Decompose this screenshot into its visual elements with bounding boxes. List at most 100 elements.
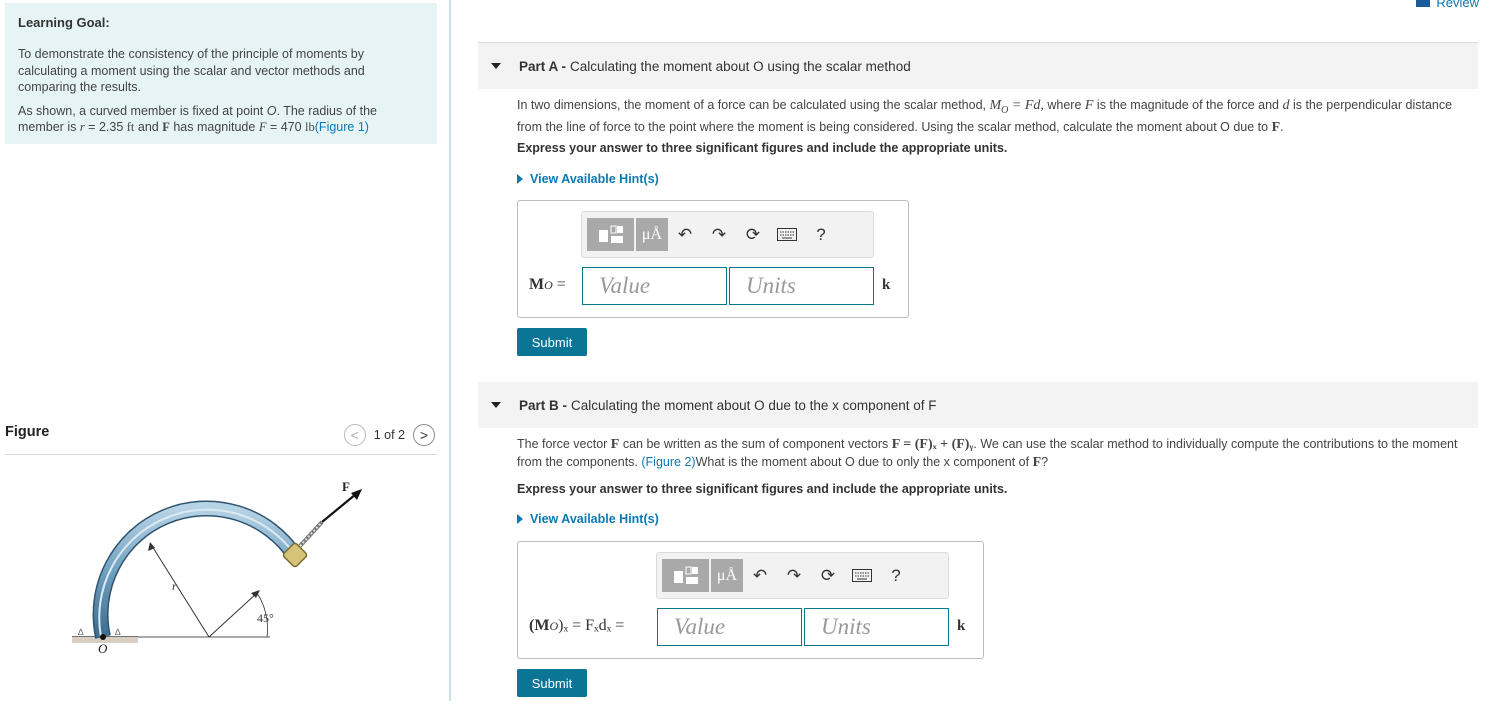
part-a-title: Calculating the moment about O using the… bbox=[570, 58, 911, 74]
chevron-left-icon: < bbox=[350, 427, 359, 443]
part-b-header[interactable]: Part B - Calculating the moment about O … bbox=[478, 382, 1478, 428]
chevron-right-icon: > bbox=[419, 427, 429, 443]
part-a-label: Part A - bbox=[519, 58, 567, 74]
text: has magnitude bbox=[169, 120, 259, 134]
learning-goal-box: Learning Goal: To demonstrate the consis… bbox=[5, 3, 437, 144]
text: can be written as the sum of component v… bbox=[619, 437, 892, 451]
figure-pager: < 1 of 2 > bbox=[343, 424, 435, 446]
learning-goal-para2: As shown, a curved member is fixed at po… bbox=[18, 103, 424, 136]
part-a-description: In two dimensions, the moment of a force… bbox=[517, 97, 1477, 137]
keyboard-icon[interactable] bbox=[845, 569, 879, 582]
part-a-toolbar: μÅ ↶ ↷ ⟳ ? bbox=[581, 211, 874, 258]
templates-icon bbox=[598, 225, 623, 243]
part-a-input-label: MO = bbox=[529, 276, 566, 294]
text: ? bbox=[1041, 454, 1049, 469]
collapse-triangle-icon[interactable] bbox=[491, 63, 501, 69]
eq-mo: MO = Fd, bbox=[989, 98, 1044, 116]
f-value: = 470 bbox=[266, 120, 306, 134]
templates-button[interactable] bbox=[587, 218, 634, 251]
label-m: M bbox=[529, 276, 545, 293]
reset-icon[interactable]: ⟳ bbox=[811, 566, 845, 586]
reset-icon[interactable]: ⟳ bbox=[736, 225, 770, 245]
hatch-mark: ∆ bbox=[78, 627, 84, 637]
figure-1-link[interactable]: (Figure 1) bbox=[315, 120, 369, 134]
learning-goal-title: Learning Goal: bbox=[18, 15, 110, 30]
templates-icon bbox=[673, 566, 698, 584]
label-sub: O bbox=[544, 278, 553, 292]
part-b-title: Calculating the moment about O due to th… bbox=[571, 397, 937, 413]
help-button[interactable]: ? bbox=[879, 566, 913, 586]
label-sub: O bbox=[549, 619, 559, 633]
next-figure-button[interactable]: > bbox=[413, 424, 435, 446]
f-unit: lb bbox=[305, 120, 315, 134]
curved-member-figure: ∆ ∆ F r 45° O bbox=[72, 479, 362, 656]
point-o: O bbox=[266, 103, 277, 118]
label-eq: = bbox=[552, 276, 566, 293]
part-b-hint-link[interactable]: View Available Hint(s) bbox=[517, 512, 659, 526]
text: What is the moment about O due to only t… bbox=[695, 454, 1033, 469]
learning-goal-para1: To demonstrate the consistency of the pr… bbox=[18, 47, 365, 94]
part-a-value-input[interactable]: Value bbox=[582, 267, 727, 305]
label-m: (M bbox=[529, 617, 550, 634]
text: and bbox=[134, 120, 163, 134]
eq-m: M bbox=[989, 98, 1002, 113]
hint-label: View Available Hint(s) bbox=[530, 172, 659, 186]
eq-rest: = Fd, bbox=[1008, 98, 1044, 113]
left-panel: Learning Goal: To demonstrate the consis… bbox=[0, 0, 450, 701]
undo-icon[interactable]: ↶ bbox=[743, 566, 777, 586]
r-value: = 2.35 bbox=[84, 120, 127, 134]
part-b-value-input[interactable]: Value bbox=[657, 608, 802, 646]
redo-icon[interactable]: ↷ bbox=[702, 225, 736, 245]
part-b-toolbar: μÅ ↶ ↷ ⟳ ? bbox=[656, 552, 949, 599]
unit-suffix: k bbox=[957, 618, 966, 634]
panel-divider bbox=[449, 0, 451, 701]
text: As shown, a curved member is fixed at po… bbox=[18, 103, 267, 118]
figure-title: Figure bbox=[5, 424, 50, 440]
text: . bbox=[1280, 120, 1284, 135]
caret-right-icon bbox=[517, 514, 523, 524]
figure-header: Figure < 1 of 2 > bbox=[5, 418, 437, 455]
templates-button[interactable] bbox=[662, 559, 709, 592]
radius-label: r bbox=[172, 579, 177, 593]
part-b-instructions: Express your answer to three significant… bbox=[517, 482, 1008, 496]
part-b-submit-button[interactable]: Submit bbox=[517, 669, 587, 697]
text: The force vector bbox=[517, 437, 611, 451]
part-a-submit-button[interactable]: Submit bbox=[517, 328, 587, 356]
part-a-hint-link[interactable]: View Available Hint(s) bbox=[517, 172, 659, 186]
angle-label: 45° bbox=[257, 611, 274, 625]
figure-2-link[interactable]: (Figure 2) bbox=[641, 455, 695, 469]
f-vector: F bbox=[162, 120, 170, 134]
text: where bbox=[1043, 98, 1085, 112]
hint-label: View Available Hint(s) bbox=[530, 512, 659, 526]
part-b-units-input[interactable]: Units bbox=[804, 608, 949, 646]
origin-label: O bbox=[98, 641, 108, 656]
units-button[interactable]: μÅ bbox=[711, 559, 743, 592]
f-vector: F bbox=[1271, 120, 1281, 136]
help-button[interactable]: ? bbox=[804, 225, 838, 245]
book-icon bbox=[1416, 0, 1431, 7]
component-equation: F = (F)ₓ + (F)ᵧ bbox=[891, 437, 974, 452]
part-b-label: Part B - bbox=[519, 397, 568, 413]
undo-icon[interactable]: ↶ bbox=[668, 225, 702, 245]
collapse-triangle-icon[interactable] bbox=[491, 402, 501, 408]
text: is the magnitude of the force and bbox=[1093, 98, 1283, 112]
hatch-mark: ∆ bbox=[115, 627, 121, 637]
force-label: F bbox=[342, 479, 350, 494]
redo-icon[interactable]: ↷ bbox=[777, 566, 811, 586]
review-label: Review bbox=[1436, 0, 1479, 10]
part-a-instructions: Express your answer to three significant… bbox=[517, 141, 1008, 155]
label-rest: )ₓ = Fₓdₓ = bbox=[558, 617, 625, 634]
unit-suffix: k bbox=[882, 277, 891, 293]
keyboard-icon[interactable] bbox=[770, 228, 804, 241]
part-b-description: The force vector F can be written as the… bbox=[517, 436, 1477, 471]
part-b-input-label: (MO)ₓ = Fₓdₓ = bbox=[529, 617, 624, 635]
part-a-header[interactable]: Part A - Calculating the moment about O … bbox=[478, 43, 1478, 89]
units-button[interactable]: μÅ bbox=[636, 218, 668, 251]
text: In two dimensions, the moment of a force… bbox=[517, 98, 990, 112]
f-vector: F bbox=[1032, 454, 1042, 470]
figure-pager-label: 1 of 2 bbox=[373, 428, 405, 442]
review-link[interactable]: Review bbox=[1416, 0, 1479, 10]
prev-figure-button[interactable]: < bbox=[343, 424, 366, 446]
part-a-units-input[interactable]: Units bbox=[729, 267, 874, 305]
caret-right-icon bbox=[517, 174, 523, 184]
